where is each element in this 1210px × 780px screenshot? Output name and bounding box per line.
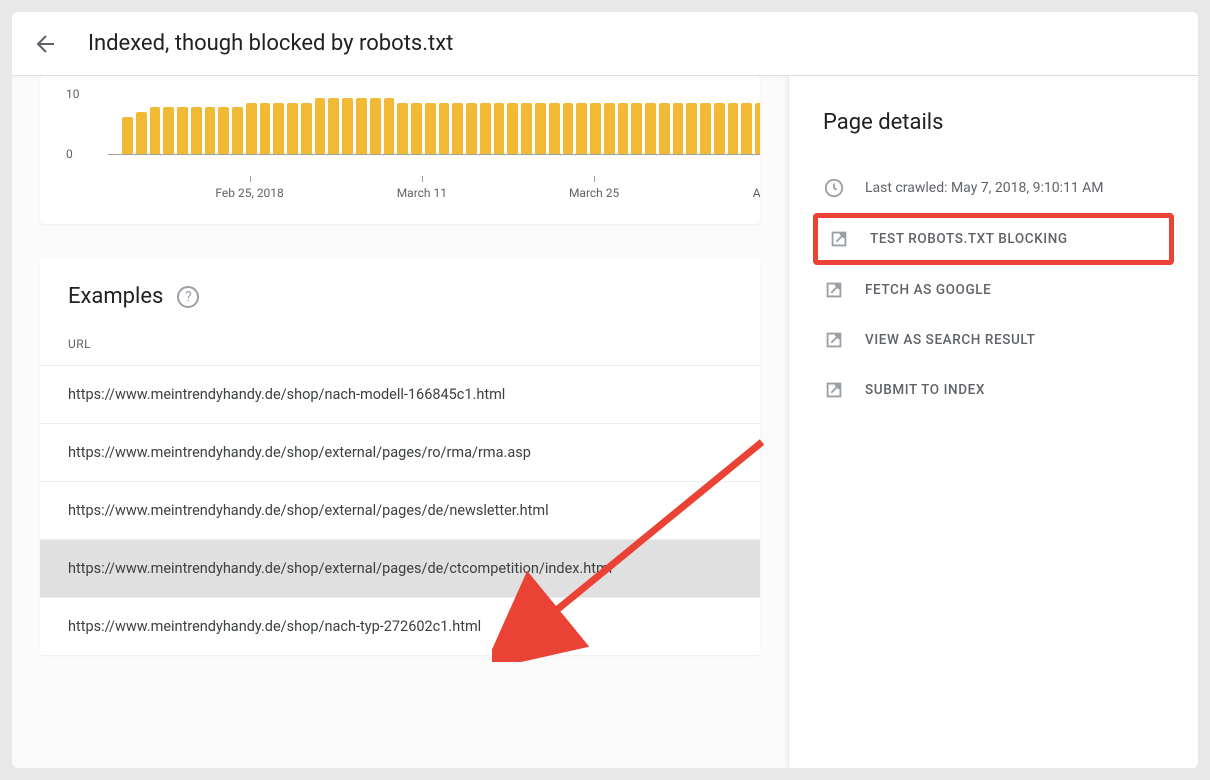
fetch-as-google-action[interactable]: FETCH AS GOOGLE [823, 265, 1164, 315]
open-external-icon [823, 379, 845, 401]
chart-bar [177, 107, 188, 154]
chart-bar [576, 103, 587, 154]
chart-bar [328, 98, 339, 154]
chart-bar [425, 103, 436, 154]
chart-bar [494, 103, 505, 154]
examples-card: Examples ? URL https://www.meintrendyhan… [40, 258, 760, 655]
chart-bar [563, 103, 574, 154]
x-axis-labels: Feb 25, 2018 March 11 March 25 Ap [122, 176, 760, 206]
examples-title: Examples [68, 284, 163, 309]
test-robots-action[interactable]: TEST ROBOTS.TXT BLOCKING [813, 213, 1174, 265]
open-external-icon [823, 329, 845, 351]
app-frame: Indexed, though blocked by robots.txt 10… [12, 12, 1198, 768]
view-serp-label: VIEW AS SEARCH RESULT [865, 332, 1036, 348]
chart-bar [191, 107, 202, 154]
clock-icon [823, 177, 845, 199]
y-tick-0: 0 [66, 147, 73, 161]
chart-bar [604, 103, 615, 154]
chart-bar [260, 103, 271, 154]
chart-bar [163, 107, 174, 154]
chart-bar [273, 103, 284, 154]
open-external-icon [828, 228, 850, 250]
chart-bar [287, 103, 298, 154]
chart-bar [535, 103, 546, 154]
x-label-0: Feb 25, 2018 [215, 186, 283, 200]
chart-bar [122, 117, 133, 154]
chart-bars [122, 98, 760, 154]
page-title: Indexed, though blocked by robots.txt [88, 31, 453, 56]
url-row[interactable]: https://www.meintrendyhandy.de/shop/exte… [40, 481, 760, 539]
page-details-panel: Page details Last crawled: May 7, 2018, … [788, 76, 1198, 768]
chart-bar [356, 98, 367, 154]
chart-bar [384, 98, 395, 154]
x-label-2: March 25 [569, 186, 619, 200]
chart-bar [590, 103, 601, 154]
back-arrow-icon[interactable] [32, 32, 56, 56]
chart-bar [686, 103, 697, 154]
examples-header: Examples ? [40, 258, 760, 327]
chart-bar [315, 98, 326, 154]
url-column-header: URL [40, 327, 760, 365]
chart-bar [150, 107, 161, 154]
chart-bar [342, 98, 353, 154]
main-column: 10 0 Feb 25, 2018 March 11 March 25 Ap [12, 76, 788, 768]
chart-bar [246, 103, 257, 154]
y-tick-10: 10 [66, 87, 80, 101]
url-row[interactable]: https://www.meintrendyhandy.de/shop/nach… [40, 365, 760, 423]
submit-to-index-action[interactable]: SUBMIT TO INDEX [823, 365, 1164, 415]
x-label-1: March 11 [397, 186, 447, 200]
x-label-3: Ap [753, 186, 760, 200]
chart-baseline [108, 154, 760, 155]
chart-bar [218, 107, 229, 154]
chart-bar [397, 103, 408, 154]
chart-bar [549, 103, 560, 154]
url-row[interactable]: https://www.meintrendyhandy.de/shop/exte… [40, 423, 760, 481]
chart-bar [439, 103, 450, 154]
url-row[interactable]: https://www.meintrendyhandy.de/shop/nach… [40, 597, 760, 655]
chart-bar [521, 103, 532, 154]
submit-label: SUBMIT TO INDEX [865, 382, 985, 398]
fetch-label: FETCH AS GOOGLE [865, 282, 991, 298]
chart-area: 10 0 [60, 86, 740, 170]
chart-bar [466, 103, 477, 154]
chart-card: 10 0 Feb 25, 2018 March 11 March 25 Ap [40, 76, 760, 224]
chart-bar [741, 103, 752, 154]
help-icon[interactable]: ? [177, 286, 199, 308]
chart-bar [411, 103, 422, 154]
chart-bar [659, 103, 670, 154]
chart-bar [700, 103, 711, 154]
chart-bar [618, 103, 629, 154]
chart-bar [452, 103, 463, 154]
examples-rows: https://www.meintrendyhandy.de/shop/nach… [40, 365, 760, 655]
view-search-result-action[interactable]: VIEW AS SEARCH RESULT [823, 315, 1164, 365]
chart-bar [728, 103, 739, 154]
page-details-title: Page details [823, 110, 1164, 135]
url-row[interactable]: https://www.meintrendyhandy.de/shop/exte… [40, 539, 760, 597]
chart-bar [480, 103, 491, 154]
chart-bar [714, 103, 725, 154]
last-crawled-row: Last crawled: May 7, 2018, 9:10:11 AM [823, 163, 1164, 213]
chart-bar [136, 112, 147, 154]
chart-bar [673, 103, 684, 154]
last-crawled-text: Last crawled: May 7, 2018, 9:10:11 AM [865, 180, 1104, 196]
content-area: 10 0 Feb 25, 2018 March 11 March 25 Ap [12, 76, 1198, 768]
test-robots-label: TEST ROBOTS.TXT BLOCKING [870, 231, 1068, 247]
open-external-icon [823, 279, 845, 301]
chart-bar [205, 107, 216, 154]
chart-bar [755, 103, 760, 154]
chart-bar [631, 103, 642, 154]
chart-bar [370, 98, 381, 154]
chart-bar [301, 103, 312, 154]
page-header: Indexed, though blocked by robots.txt [12, 12, 1198, 76]
chart-bar [507, 103, 518, 154]
chart-bar [645, 103, 656, 154]
chart-bar [232, 107, 243, 154]
